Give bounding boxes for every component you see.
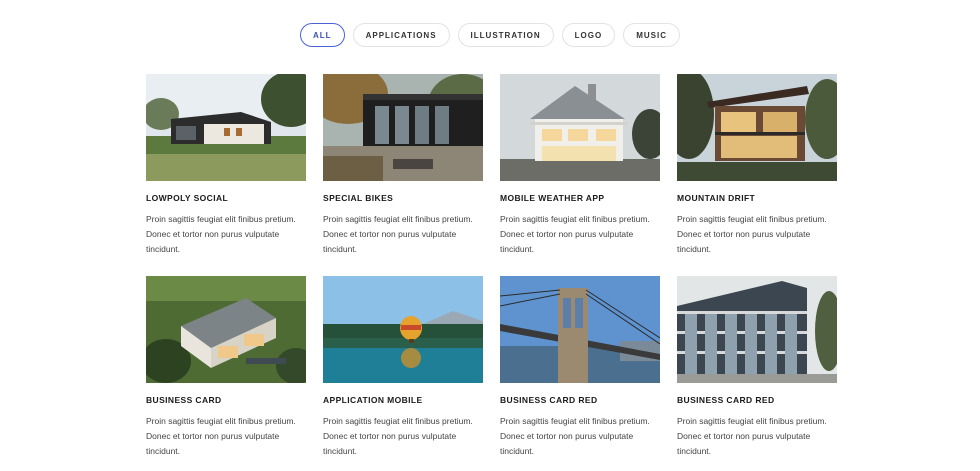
portfolio-card: BUSINESS CARD Proin sagittis feugiat eli… [146,276,306,459]
portfolio-image-bridge[interactable] [500,276,660,383]
card-title[interactable]: SPECIAL BIKES [323,193,483,203]
portfolio-card: MOUNTAIN DRIFT Proin sagittis feugiat el… [677,74,837,257]
card-description: Proin sagittis feugiat elit finibus pret… [677,416,827,456]
portfolio-image-pavilion[interactable] [323,74,483,181]
portfolio-card: BUSINESS CARD RED Proin sagittis feugiat… [500,276,660,459]
card-title[interactable]: BUSINESS CARD RED [500,395,660,405]
card-description: Proin sagittis feugiat elit finibus pret… [146,416,296,456]
card-title[interactable]: BUSINESS CARD RED [677,395,837,405]
card-description: Proin sagittis feugiat elit finibus pret… [323,416,473,456]
card-description: Proin sagittis feugiat elit finibus pret… [677,214,827,254]
balloon-lake-photo-icon [323,276,483,383]
gabled-house-photo-icon [500,74,660,181]
portfolio-card: SPECIAL BIKES Proin sagittis feugiat eli… [323,74,483,257]
portfolio-card: MOBILE WEATHER APP Proin sagittis feugia… [500,74,660,257]
portfolio-card: BUSINESS CARD RED Proin sagittis feugiat… [677,276,837,459]
portfolio-image-modern-house[interactable] [146,74,306,181]
portfolio-image-mountain-house[interactable] [677,74,837,181]
portfolio-filter-bar: ALL APPLICATIONS ILLUSTRATION LOGO MUSIC [0,23,980,47]
portfolio-card: APPLICATION MOBILE Proin sagittis feugia… [323,276,483,459]
aerial-house-photo-icon [146,276,306,383]
card-description: Proin sagittis feugiat elit finibus pret… [500,416,650,456]
card-description: Proin sagittis feugiat elit finibus pret… [323,214,473,254]
portfolio-image-aerial-house[interactable] [146,276,306,383]
card-title[interactable]: MOBILE WEATHER APP [500,193,660,203]
portfolio-image-office-building[interactable] [677,276,837,383]
card-title[interactable]: LOWPOLY SOCIAL [146,193,306,203]
card-description: Proin sagittis feugiat elit finibus pret… [500,214,650,254]
mountain-house-photo-icon [677,74,837,181]
card-title[interactable]: BUSINESS CARD [146,395,306,405]
house-photo-icon [146,74,306,181]
filter-music[interactable]: MUSIC [623,23,680,47]
portfolio-image-gabled-house[interactable] [500,74,660,181]
portfolio-image-balloon-lake[interactable] [323,276,483,383]
card-description: Proin sagittis feugiat elit finibus pret… [146,214,296,254]
card-title[interactable]: MOUNTAIN DRIFT [677,193,837,203]
filter-logo[interactable]: LOGO [561,23,616,47]
filter-applications[interactable]: APPLICATIONS [352,23,450,47]
filter-all[interactable]: ALL [300,23,345,47]
portfolio-card: LOWPOLY SOCIAL Proin sagittis feugiat el… [146,74,306,257]
card-title[interactable]: APPLICATION MOBILE [323,395,483,405]
bridge-photo-icon [500,276,660,383]
office-building-photo-icon [677,276,837,383]
portfolio-grid: LOWPOLY SOCIAL Proin sagittis feugiat el… [146,74,837,459]
filter-illustration[interactable]: ILLUSTRATION [457,23,554,47]
pavilion-photo-icon [323,74,483,181]
